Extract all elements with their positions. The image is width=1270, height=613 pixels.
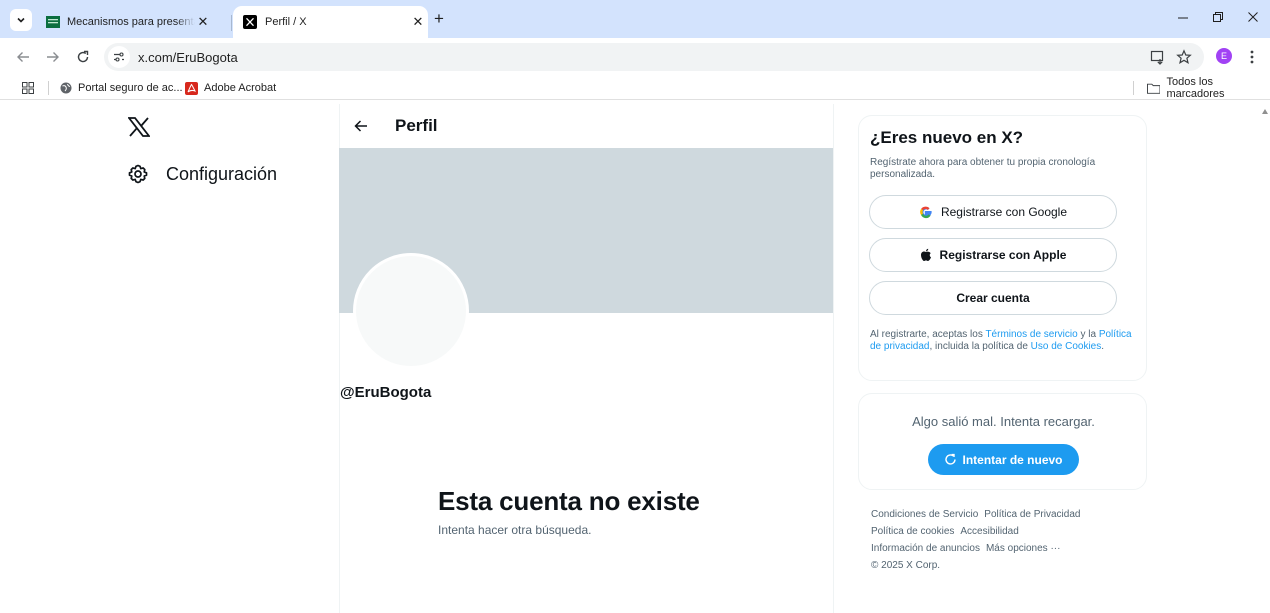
footer-link-accessibility[interactable]: Accesibilidad — [960, 526, 1018, 537]
adobe-acrobat-icon — [185, 81, 198, 95]
refresh-icon — [945, 453, 957, 465]
signup-apple-label: Registrarse con Apple — [939, 248, 1067, 262]
bookmark-separator — [48, 81, 49, 95]
tab-search-button[interactable] — [10, 9, 32, 31]
retry-label: Intentar de nuevo — [962, 452, 1063, 467]
close-tab-icon[interactable]: ✕ — [195, 14, 211, 30]
signup-google-label: Registrarse con Google — [940, 205, 1068, 219]
back-icon[interactable] — [16, 49, 30, 65]
new-tab-button[interactable]: + — [434, 10, 444, 27]
signup-google-button[interactable]: Registrarse con Google — [869, 195, 1117, 229]
x-logo-icon[interactable] — [128, 117, 150, 137]
create-account-label: Crear cuenta — [956, 291, 1030, 305]
signup-title: ¿Eres nuevo en X? — [870, 128, 1024, 147]
profile-avatar-placeholder — [353, 253, 469, 369]
profile-handle: @EruBogota — [340, 384, 432, 401]
apps-grid-icon[interactable] — [22, 80, 34, 96]
install-app-icon[interactable] — [1150, 49, 1166, 65]
legal-text: Al registrarte, aceptas los — [870, 329, 986, 340]
signup-card: ¿Eres nuevo en X? Regístrate ahora para … — [858, 115, 1147, 381]
bookmark-portal[interactable]: Portal seguro de ac... — [60, 80, 183, 96]
tab-title: Mecanismos para presentar Pet — [67, 16, 195, 28]
sheet-favicon-icon — [46, 16, 60, 28]
menu-kebab-icon[interactable] — [1249, 49, 1255, 65]
footer-link-more[interactable]: Más opciones ··· — [986, 543, 1060, 554]
all-bookmarks-button[interactable]: Todos los marcadores — [1147, 76, 1270, 100]
bookmark-star-icon[interactable] — [1176, 49, 1192, 65]
nav-settings-label: Configuración — [166, 163, 278, 184]
close-tab-icon[interactable]: ✕ — [410, 14, 426, 30]
profile-header: Perfil — [339, 104, 833, 148]
footer-link-ads-info[interactable]: Información de anuncios — [871, 543, 980, 554]
legal-text: , incluida la política de — [929, 341, 1031, 352]
tab-title: Perfil / X — [265, 16, 307, 28]
legal-text: . — [1101, 341, 1105, 352]
back-arrow-icon[interactable] — [354, 119, 368, 133]
folder-icon — [1147, 83, 1161, 94]
error-message: Algo salió mal. Intenta recargar. — [912, 414, 1095, 429]
error-card: Algo salió mal. Intenta recargar. Intent… — [858, 393, 1147, 490]
apple-icon — [920, 248, 931, 261]
footer-links: Condiciones de Servicio Política de Priva… — [871, 506, 1131, 574]
tab-strip: Mecanismos para presentar Pet ✕ Perfil /… — [0, 0, 1270, 38]
gear-icon — [128, 164, 148, 184]
bookmark-separator — [1133, 81, 1134, 95]
scrollbar-up-arrow[interactable] — [1262, 109, 1268, 114]
globe-icon — [60, 82, 72, 94]
tab-separator — [231, 15, 232, 31]
bookmark-adobe[interactable]: Adobe Acrobat — [185, 80, 276, 96]
footer-link-cookies[interactable]: Política de cookies — [871, 526, 954, 537]
retry-button[interactable]: Intentar de nuevo — [928, 444, 1079, 475]
not-found-title: Esta cuenta no existe — [438, 486, 700, 516]
cookies-link[interactable]: Uso de Cookies — [1031, 341, 1102, 352]
reload-icon[interactable] — [76, 49, 90, 65]
site-info-icon[interactable] — [108, 46, 130, 68]
chevron-down-icon — [17, 17, 25, 23]
tab-mecanismos[interactable]: Mecanismos para presentar Pet ✕ — [38, 6, 230, 38]
profile-avatar[interactable]: E — [1216, 48, 1232, 64]
bookmark-label: Adobe Acrobat — [204, 82, 277, 94]
signup-apple-button[interactable]: Registrarse con Apple — [869, 238, 1117, 272]
signup-description: Regístrate ahora para obtener tu propia … — [870, 157, 1096, 180]
close-window-icon[interactable] — [1247, 10, 1259, 24]
signup-legal-text: Al registrarte, aceptas los Términos de … — [870, 329, 1140, 353]
not-found-subtitle: Intenta hacer otra búsqueda. — [438, 523, 592, 537]
footer-copyright: © 2025 X Corp. — [871, 560, 941, 571]
footer-link-terms[interactable]: Condiciones de Servicio — [871, 509, 978, 520]
tab-perfil[interactable]: Perfil / X ✕ — [233, 6, 428, 38]
create-account-button[interactable]: Crear cuenta — [869, 281, 1117, 315]
url-text: x.com/EruBogota — [138, 49, 238, 65]
restore-icon[interactable] — [1212, 10, 1224, 24]
all-bookmarks-label: Todos los marcadores — [1166, 76, 1225, 100]
x-favicon-icon — [243, 15, 257, 29]
footer-link-privacy[interactable]: Política de Privacidad — [984, 509, 1080, 520]
bookmarks-bar: Portal seguro de ac... Adobe Acrobat Tod… — [0, 76, 1270, 100]
column-divider — [833, 104, 834, 613]
google-icon — [920, 206, 932, 219]
browser-toolbar: x.com/EruBogota — [0, 38, 1270, 76]
address-bar[interactable]: x.com/EruBogota — [104, 43, 1204, 71]
forward-icon[interactable] — [46, 49, 60, 65]
minimize-icon[interactable] — [1177, 10, 1189, 24]
page-title: Perfil — [395, 116, 438, 135]
legal-text: y la — [1077, 329, 1099, 340]
terms-link[interactable]: Términos de servicio — [985, 329, 1077, 340]
bookmark-label: Portal seguro de ac... — [78, 82, 183, 94]
nav-settings[interactable]: Configuración — [128, 162, 277, 186]
